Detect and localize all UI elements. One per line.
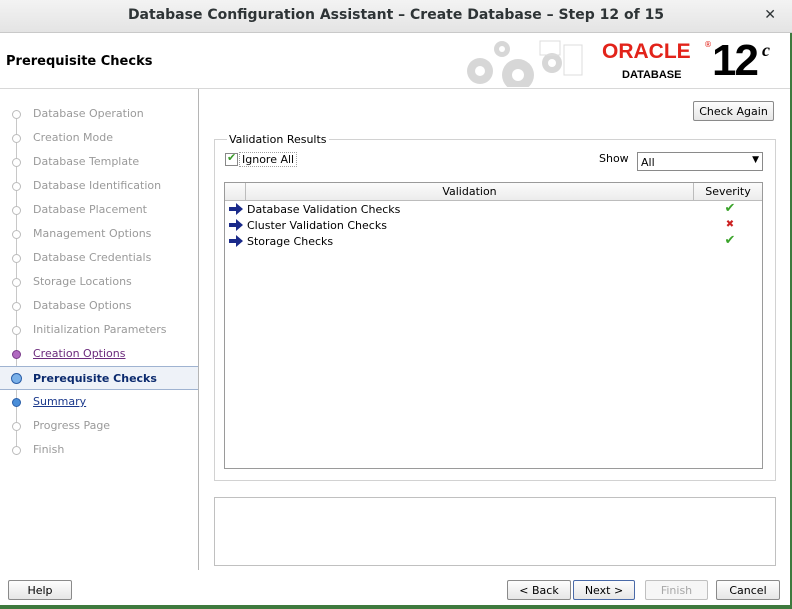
validation-table: Validation Severity Database Validation … <box>224 182 763 469</box>
step-label: Database Template <box>33 155 140 168</box>
table-row[interactable]: Database Validation Checks ✔ <box>225 201 762 217</box>
sidebar-step-creation-options[interactable]: Creation Options <box>0 342 198 366</box>
table-row[interactable]: Cluster Validation Checks ✖ <box>225 217 762 233</box>
step-dot-icon <box>12 326 21 335</box>
step-label: Prerequisite Checks <box>33 372 157 385</box>
sidebar-step-database-identification: Database Identification <box>0 174 198 198</box>
cancel-button[interactable]: Cancel <box>716 580 780 600</box>
sidebar-step-storage-locations: Storage Locations <box>0 270 198 294</box>
step-dot-icon <box>12 134 21 143</box>
registered-mark: ® <box>704 40 712 49</box>
table-row[interactable]: Storage Checks ✔ <box>225 233 762 249</box>
step-label: Database Identification <box>33 179 162 192</box>
sidebar-step-database-placement: Database Placement <box>0 198 198 222</box>
window-border <box>0 605 792 609</box>
step-label: Database Operation <box>33 107 144 120</box>
arrow-right-icon <box>229 219 243 231</box>
validation-results-label: Validation Results <box>227 133 329 146</box>
success-check-icon: ✔ <box>724 233 736 248</box>
sidebar-step-summary[interactable]: Summary <box>0 390 198 414</box>
step-label[interactable]: Summary <box>33 395 86 408</box>
step-dot-icon <box>12 182 21 191</box>
sidebar-step-database-operation: Database Operation <box>0 102 198 126</box>
step-label: Storage Locations <box>33 275 132 288</box>
sidebar-step-management-options: Management Options <box>0 222 198 246</box>
window-title: Database Configuration Assistant – Creat… <box>127 7 665 23</box>
sidebar-step-initialization-parameters: Initialization Parameters <box>0 318 198 342</box>
step-dot-icon <box>12 350 21 359</box>
page-title: Prerequisite Checks <box>6 54 153 69</box>
close-icon[interactable]: ✕ <box>764 7 776 23</box>
main-panel: Check Again Validation Results ✔ Ignore … <box>199 89 792 570</box>
row-name: Storage Checks <box>247 235 334 248</box>
window-titlebar: Database Configuration Assistant – Creat… <box>0 0 792 33</box>
logo-oracle-text: ORACLE <box>602 40 691 63</box>
step-dot-icon <box>12 278 21 287</box>
step-label: Creation Mode <box>33 131 114 144</box>
sidebar-step-creation-mode: Creation Mode <box>0 126 198 150</box>
row-name: Cluster Validation Checks <box>247 219 387 232</box>
details-text-area[interactable] <box>214 497 776 566</box>
step-label: Management Options <box>33 227 152 240</box>
page-header: Prerequisite Checks ORACLE ® DATABASE 12… <box>0 33 792 89</box>
sidebar-step-database-template: Database Template <box>0 150 198 174</box>
checkmark-icon: ✔ <box>227 151 237 164</box>
oracle-database-logo: ORACLE ® DATABASE 12 c <box>602 36 786 86</box>
show-filter-value: All <box>641 156 655 169</box>
logo-database-text: DATABASE <box>622 69 682 81</box>
next-button[interactable]: Next > <box>573 580 635 600</box>
checkbox-box[interactable]: ✔ <box>225 151 238 166</box>
step-dot-icon <box>12 446 21 455</box>
steps-sidebar: Database Operation Creation Mode Databas… <box>0 89 199 570</box>
sidebar-step-progress-page: Progress Page <box>0 414 198 438</box>
ignore-all-label[interactable]: Ignore All <box>239 152 298 167</box>
step-label: Initialization Parameters <box>33 323 167 336</box>
step-dot-icon <box>11 373 22 384</box>
step-dot-icon <box>12 206 21 215</box>
show-filter-select[interactable]: All ▼ <box>637 152 763 171</box>
gears-graphic-icon <box>467 40 583 87</box>
step-label: Database Credentials <box>33 251 152 264</box>
sidebar-step-finish: Finish <box>0 438 198 462</box>
footer-buttons: Help < Back Next > Finish Cancel <box>0 570 792 609</box>
success-check-icon: ✔ <box>724 201 736 216</box>
sidebar-step-prerequisite-checks[interactable]: Prerequisite Checks <box>0 366 198 390</box>
step-dot-icon <box>12 230 21 239</box>
back-button[interactable]: < Back <box>507 580 571 600</box>
check-again-button[interactable]: Check Again <box>693 101 774 121</box>
step-label: Database Placement <box>33 203 147 216</box>
column-header-validation[interactable]: Validation <box>245 183 693 200</box>
sidebar-step-database-options: Database Options <box>0 294 198 318</box>
step-dot-icon <box>12 398 21 407</box>
sidebar-step-database-credentials: Database Credentials <box>0 246 198 270</box>
chevron-down-icon: ▼ <box>752 155 759 165</box>
step-dot-icon <box>12 158 21 167</box>
finish-button[interactable]: Finish <box>645 580 708 600</box>
error-x-icon: ✖ <box>725 219 735 230</box>
step-dot-icon <box>12 302 21 311</box>
arrow-right-icon <box>229 235 243 247</box>
step-dot-icon <box>12 110 21 119</box>
show-filter-label: Show <box>599 152 629 165</box>
step-label[interactable]: Creation Options <box>33 347 125 360</box>
column-header-severity[interactable]: Severity <box>693 183 762 200</box>
step-label: Progress Page <box>33 419 111 432</box>
logo-version: 12 <box>712 36 759 85</box>
logo-version-suffix: c <box>762 40 770 60</box>
step-dot-icon <box>12 254 21 263</box>
row-name: Database Validation Checks <box>247 203 401 216</box>
step-label: Finish <box>33 443 65 456</box>
expand-column-header <box>225 183 245 200</box>
table-header: Validation Severity <box>225 183 762 201</box>
help-button[interactable]: Help <box>8 580 72 600</box>
step-label: Database Options <box>33 299 132 312</box>
step-dot-icon <box>12 422 21 431</box>
arrow-right-icon <box>229 203 243 215</box>
